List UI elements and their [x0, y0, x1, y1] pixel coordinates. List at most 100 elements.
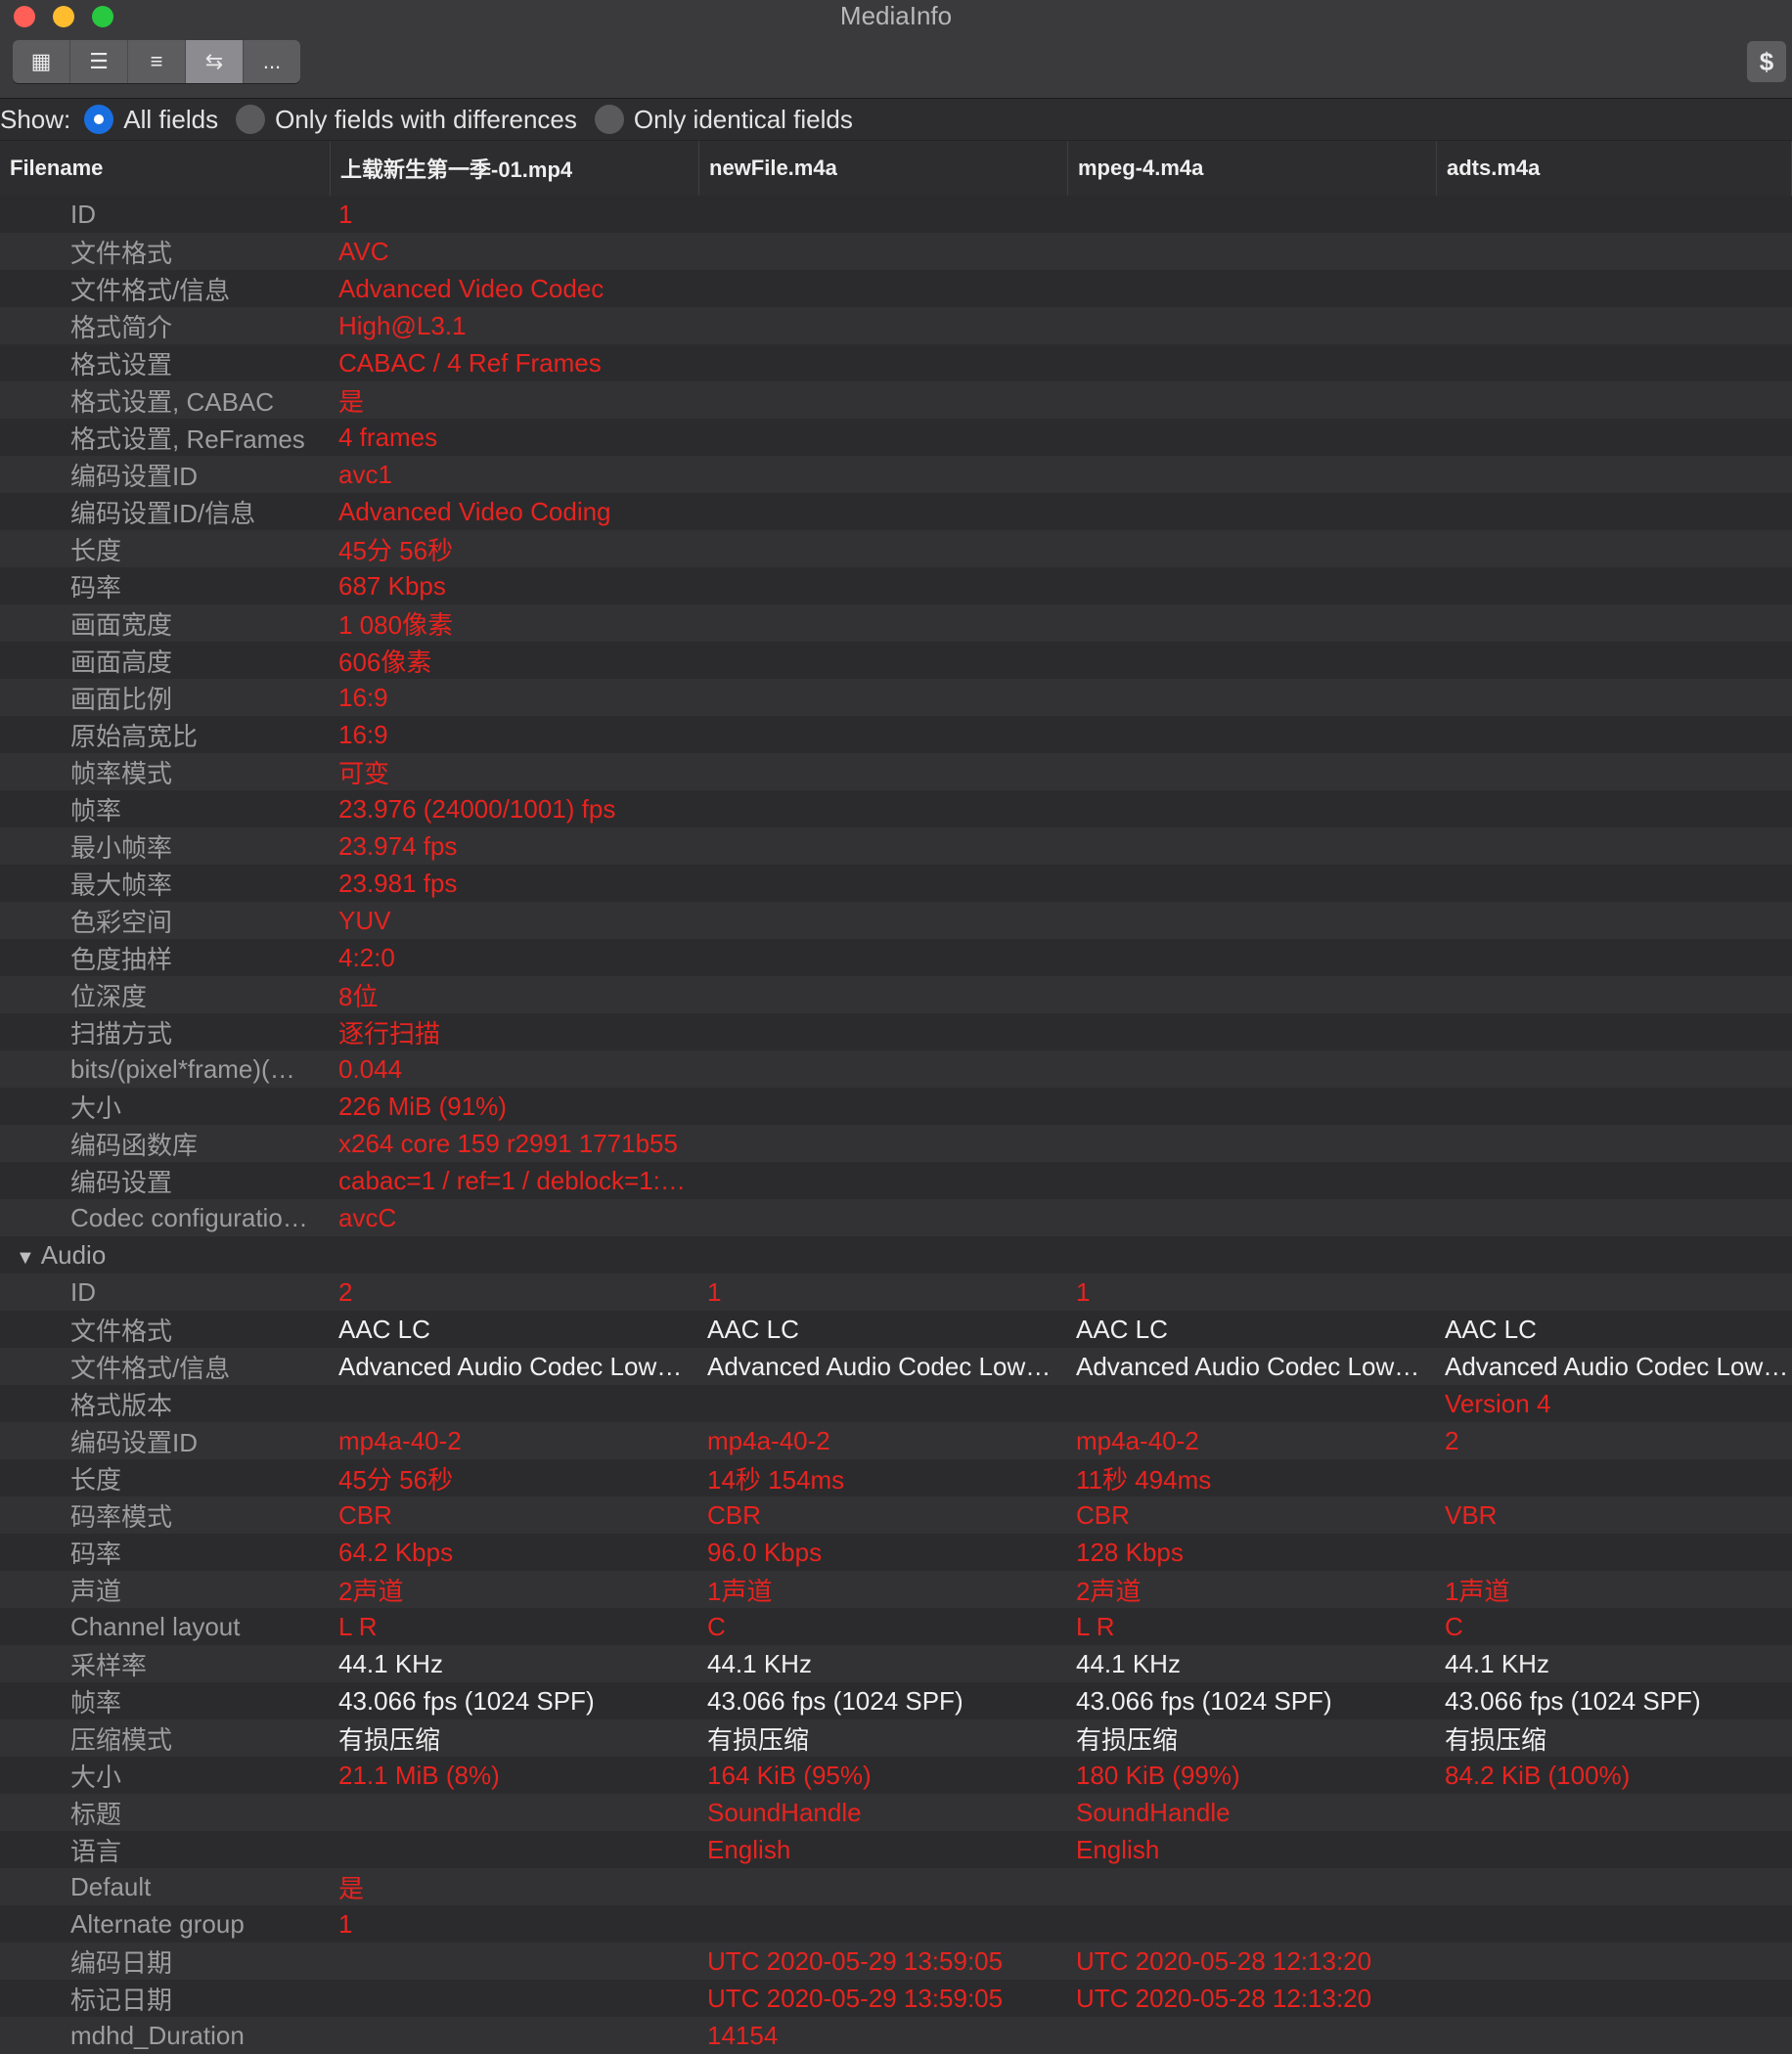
- field-value: 96.0 Kbps: [707, 1537, 823, 1567]
- more-views-button[interactable]: ...: [244, 40, 300, 83]
- field-name-label: 色彩空间: [70, 907, 173, 937]
- grid-view-icon[interactable]: ▦: [13, 40, 70, 83]
- table-row[interactable]: 长度 45分 56秒 14秒 154ms 11秒 494ms: [0, 1459, 1792, 1496]
- field-name-label: 扫描方式: [70, 1018, 173, 1049]
- column-header-file-4[interactable]: adts.m4a: [1437, 141, 1792, 196]
- table-row[interactable]: 编码设置ID mp4a-40-2 mp4a-40-2 mp4a-40-2 2: [0, 1422, 1792, 1459]
- field-name: 色度抽样: [0, 940, 331, 976]
- table-row[interactable]: 格式设置, CABAC 是: [0, 381, 1792, 419]
- field-name-label: bits/(pixel*frame)(…: [70, 1053, 295, 1084]
- field-name: 位深度: [0, 977, 331, 1013]
- column-header-file-2[interactable]: newFile.m4a: [699, 141, 1068, 196]
- column-header-file-1[interactable]: 上载新生第一季-01.mp4: [331, 141, 699, 196]
- table-row[interactable]: 标题 SoundHandle SoundHandle: [0, 1794, 1792, 1831]
- table-row[interactable]: 画面宽度 1 080像素: [0, 604, 1792, 642]
- field-value: Advanced Audio Codec Low…: [1445, 1351, 1789, 1381]
- radio-only-identical[interactable]: Only identical fields: [594, 105, 853, 135]
- radio-all-fields[interactable]: All fields: [84, 105, 218, 135]
- table-row[interactable]: 采样率 44.1 KHz 44.1 KHz 44.1 KHz 44.1 KHz: [0, 1645, 1792, 1682]
- field-name: 色彩空间: [0, 903, 331, 939]
- table-row[interactable]: Alternate group 1: [0, 1905, 1792, 1942]
- disclosure-triangle-icon[interactable]: ▼: [16, 1247, 35, 1269]
- table-row[interactable]: 帧率模式 可变: [0, 753, 1792, 790]
- field-value: 1 080像素: [338, 609, 454, 640]
- field-value: 14154: [707, 2020, 779, 2050]
- table-row[interactable]: 文件格式/信息 Advanced Video Codec: [0, 270, 1792, 307]
- table-row[interactable]: mdhd_Duration 14154: [0, 2017, 1792, 2054]
- table-row[interactable]: 色彩空间 YUV: [0, 902, 1792, 939]
- table-row[interactable]: 位深度 8位: [0, 976, 1792, 1013]
- tree-view-icon[interactable]: ☰: [70, 40, 128, 83]
- table-row[interactable]: 色度抽样 4:2:0: [0, 939, 1792, 976]
- table-row[interactable]: Default 是: [0, 1868, 1792, 1905]
- radio-selected-icon[interactable]: [84, 105, 114, 134]
- field-value: 84.2 KiB (100%): [1445, 1760, 1631, 1790]
- compare-view-icon[interactable]: ⇆: [186, 40, 244, 83]
- table-row[interactable]: 格式简介 High@L3.1: [0, 307, 1792, 344]
- field-value: 21.1 MiB (8%): [338, 1760, 500, 1790]
- field-value: UTC 2020-05-29 13:59:05: [707, 1945, 1004, 1976]
- field-value: 43.066 fps (1024 SPF): [1445, 1685, 1701, 1716]
- radio-label: Only fields with differences: [275, 104, 577, 134]
- field-value: 606像素: [338, 647, 432, 677]
- field-name-label: Alternate group: [70, 1908, 245, 1939]
- table-row[interactable]: 格式设置 CABAC / 4 Ref Frames: [0, 344, 1792, 381]
- table-row[interactable]: 标记日期 UTC 2020-05-29 13:59:05 UTC 2020-05-2…: [0, 1980, 1792, 2017]
- table-row[interactable]: 大小 21.1 MiB (8%) 164 KiB (95%) 180 KiB (99%…: [0, 1757, 1792, 1794]
- field-value: CBR: [338, 1499, 392, 1530]
- field-value: 1: [707, 1276, 722, 1307]
- table-row[interactable]: 码率模式 CBR CBR CBR VBR: [0, 1496, 1792, 1534]
- table-row[interactable]: 格式设置, ReFrames 4 frames: [0, 419, 1792, 456]
- table-row[interactable]: 画面比例 16:9: [0, 679, 1792, 716]
- table-row[interactable]: 大小 226 MiB (91%): [0, 1088, 1792, 1125]
- table-row[interactable]: 编码设置ID avc1: [0, 456, 1792, 493]
- radio-unselected-icon[interactable]: [594, 105, 624, 134]
- table-row[interactable]: 压缩模式 有损压缩 有损压缩 有损压缩 有损压缩: [0, 1719, 1792, 1757]
- table-row[interactable]: 原始高宽比 16:9: [0, 716, 1792, 753]
- table-row[interactable]: 格式版本 Version 4: [0, 1385, 1792, 1422]
- mediainfo-window: MediaInfo ▦ ☰ ≡ ⇆ ... $ Show: All fields…: [0, 0, 1792, 2054]
- field-name-label: 画面比例: [70, 684, 173, 714]
- field-value: 有损压缩: [1445, 1724, 1547, 1755]
- table-row[interactable]: 帧率 23.976 (24000/1001) fps: [0, 790, 1792, 827]
- section-row[interactable]: ▼ Audio: [0, 1236, 1792, 1273]
- table-row[interactable]: Channel layout L R C L R C: [0, 1608, 1792, 1645]
- table-row[interactable]: 扫描方式 逐行扫描: [0, 1013, 1792, 1050]
- table-row[interactable]: ID 2 1 1: [0, 1273, 1792, 1311]
- table-row[interactable]: 画面高度 606像素: [0, 642, 1792, 679]
- field-name-label: 码率模式: [70, 1501, 173, 1532]
- radio-unselected-icon[interactable]: [236, 105, 266, 134]
- field-name: 编码设置ID: [0, 457, 331, 493]
- field-value: L R: [1076, 1611, 1115, 1641]
- text-view-icon[interactable]: ≡: [128, 40, 186, 83]
- table-row[interactable]: 语言 English English: [0, 1831, 1792, 1868]
- column-header-filename[interactable]: Filename: [0, 141, 331, 196]
- table-row[interactable]: 码率 64.2 Kbps 96.0 Kbps 128 Kbps: [0, 1534, 1792, 1571]
- table-row[interactable]: 文件格式/信息 Advanced Audio Codec Low… Advanced…: [0, 1348, 1792, 1385]
- field-name: Alternate group: [0, 1909, 331, 1940]
- table-row[interactable]: bits/(pixel*frame)(… 0.044: [0, 1050, 1792, 1088]
- table-row[interactable]: 声道 2声道 1声道 2声道 1声道: [0, 1571, 1792, 1608]
- table-row[interactable]: 最大帧率 23.981 fps: [0, 865, 1792, 902]
- table-row[interactable]: 长度 45分 56秒: [0, 530, 1792, 567]
- table-row[interactable]: 编码设置ID/信息 Advanced Video Coding: [0, 493, 1792, 530]
- field-name: 画面高度: [0, 643, 331, 679]
- field-name: 编码日期: [0, 1943, 331, 1980]
- table-row[interactable]: 码率 687 Kbps: [0, 567, 1792, 604]
- field-value: 687 Kbps: [338, 570, 446, 601]
- table-row[interactable]: 编码设置 cabac=1 / ref=1 / deblock=1:…: [0, 1162, 1792, 1199]
- table-row[interactable]: ID 1: [0, 196, 1792, 233]
- donate-button[interactable]: $: [1747, 41, 1786, 82]
- table-row[interactable]: 文件格式 AAC LC AAC LC AAC LC AAC LC: [0, 1311, 1792, 1348]
- table-row[interactable]: 编码日期 UTC 2020-05-29 13:59:05 UTC 2020-05-2…: [0, 1942, 1792, 1980]
- field-value: CBR: [707, 1499, 761, 1530]
- radio-only-differences[interactable]: Only fields with differences: [236, 105, 577, 135]
- field-name-label: 编码设置ID: [70, 461, 199, 491]
- column-header-file-3[interactable]: mpeg-4.m4a: [1068, 141, 1437, 196]
- table-row[interactable]: Codec configuratio… avcC: [0, 1199, 1792, 1236]
- table-row[interactable]: 帧率 43.066 fps (1024 SPF) 43.066 fps (1024 …: [0, 1682, 1792, 1719]
- field-value: 1: [338, 199, 353, 229]
- table-row[interactable]: 文件格式 AVC: [0, 233, 1792, 270]
- table-row[interactable]: 编码函数库 x264 core 159 r2991 1771b55: [0, 1125, 1792, 1162]
- table-row[interactable]: 最小帧率 23.974 fps: [0, 827, 1792, 865]
